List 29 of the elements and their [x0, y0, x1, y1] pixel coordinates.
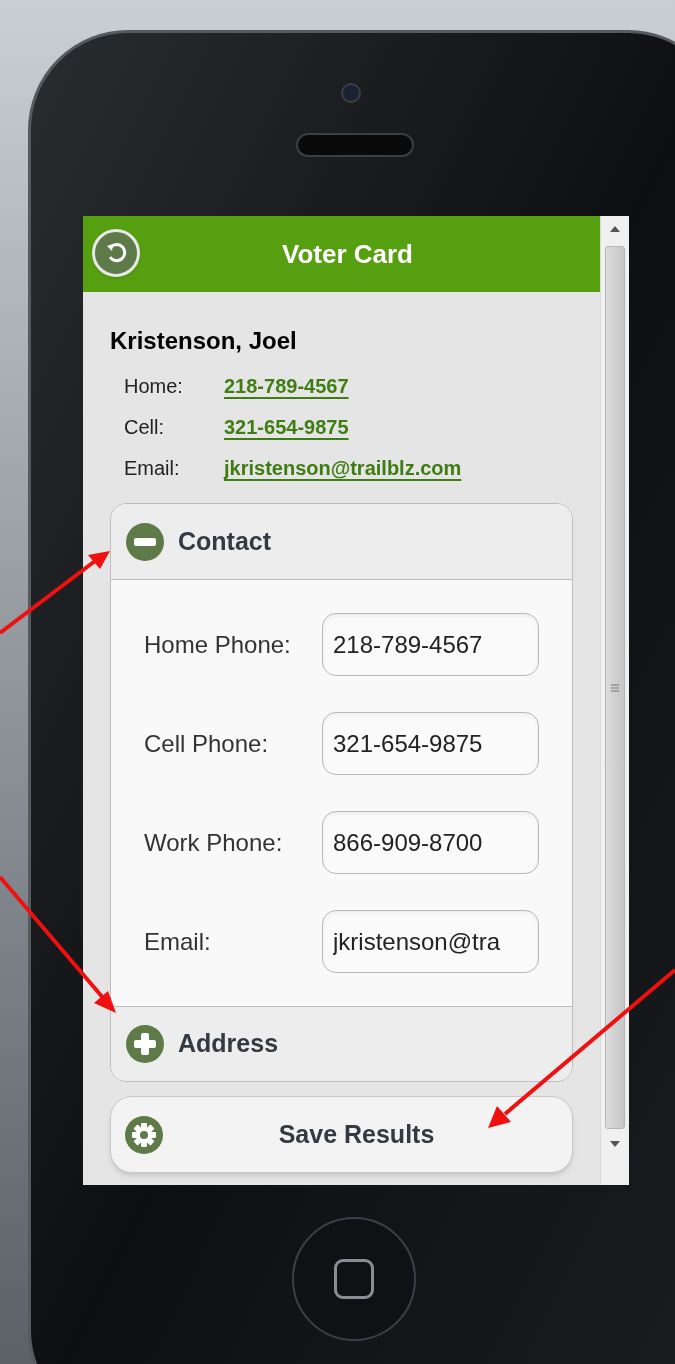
field-label: Cell Phone:: [144, 728, 270, 759]
detail-label: Email:: [124, 456, 181, 481]
square-icon: [334, 1259, 374, 1299]
section-header[interactable]: Contact: [111, 504, 572, 579]
input-field[interactable]: 321-654-9875: [322, 712, 539, 775]
detail-label: Home:: [124, 374, 184, 399]
settings-icon: [125, 1115, 163, 1154]
input-field[interactable]: 866-909-8700: [322, 811, 539, 874]
input-field[interactable]: jkristenson@tra: [322, 910, 539, 973]
minus-icon: [126, 522, 164, 561]
plus-icon: [126, 1025, 164, 1063]
back-button[interactable]: [92, 229, 140, 277]
scrollbar-thumb[interactable]: [605, 246, 625, 1129]
header-title: Voter Card: [281, 237, 414, 271]
contact-link[interactable]: 321-654-9875: [224, 412, 349, 442]
scroll-down-icon: [610, 1141, 620, 1147]
grip-icon: [611, 683, 619, 692]
field-label: Work Phone:: [144, 827, 284, 858]
detail-label: Cell:: [124, 415, 165, 440]
field-label: Home Phone:: [144, 629, 292, 660]
scroll-up-icon: [610, 226, 620, 232]
contact-link[interactable]: 218-789-4567: [224, 371, 349, 401]
contact-link[interactable]: jkristenson@trailblz.com: [224, 453, 462, 483]
section-header[interactable]: Address: [111, 1006, 572, 1081]
voter-name: Kristenson, Joel: [110, 326, 298, 356]
field-label: Email:: [144, 926, 212, 957]
camera-icon: [341, 83, 361, 103]
input-field[interactable]: 218-789-4567: [322, 613, 539, 676]
save-button[interactable]: Save Results: [110, 1096, 573, 1173]
